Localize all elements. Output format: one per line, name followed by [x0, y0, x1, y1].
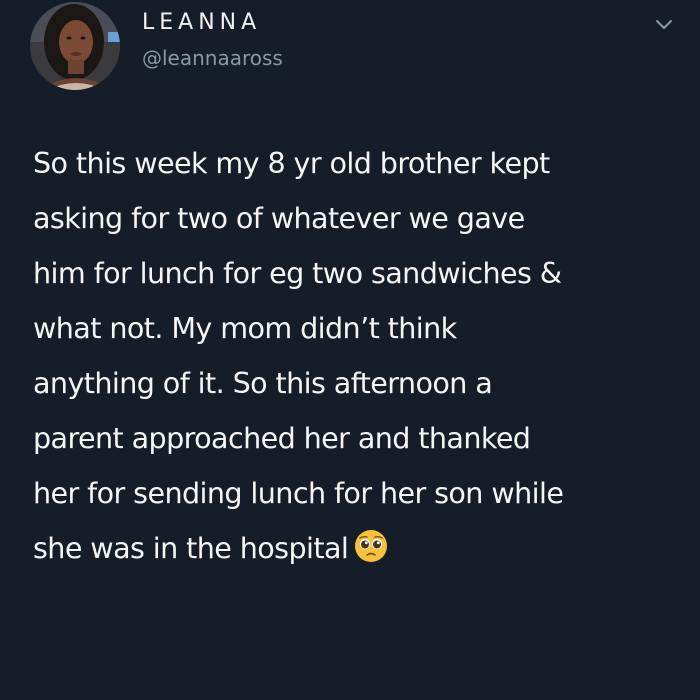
tweet-text-line: him for lunch for eg two sandwiches & — [33, 256, 562, 290]
chevron-down-icon[interactable] — [652, 12, 676, 36]
tweet-text-line: anything of it. So this afternoon a — [33, 366, 493, 400]
display-name[interactable]: LEANNA — [142, 10, 261, 35]
tweet-card: LEANNA @leannaaross So this week my 8 yr… — [0, 0, 700, 700]
tweet-text-line: her for sending lunch for her son while — [33, 476, 564, 510]
tweet-text-line: So this week my 8 yr old brother kept — [33, 146, 550, 180]
tweet-text-line: asking for two of whatever we gave — [33, 201, 525, 235]
tweet-text-line: parent approached her and thanked — [33, 421, 531, 455]
avatar[interactable] — [30, 2, 120, 90]
tweet-header: LEANNA @leannaaross — [30, 2, 690, 92]
tweet-text-line: what not. My mom didn’t think — [33, 311, 457, 345]
tweet-text-line: she was in the hospital — [33, 531, 349, 565]
tweet-text: So this week my 8 yr old brother kept as… — [33, 136, 683, 576]
pleading-face-emoji-icon — [354, 526, 388, 562]
tweet-text-last-line: she was in the hospital — [33, 521, 683, 576]
user-handle[interactable]: @leannaaross — [142, 46, 283, 70]
profile-photo-icon — [30, 2, 120, 90]
